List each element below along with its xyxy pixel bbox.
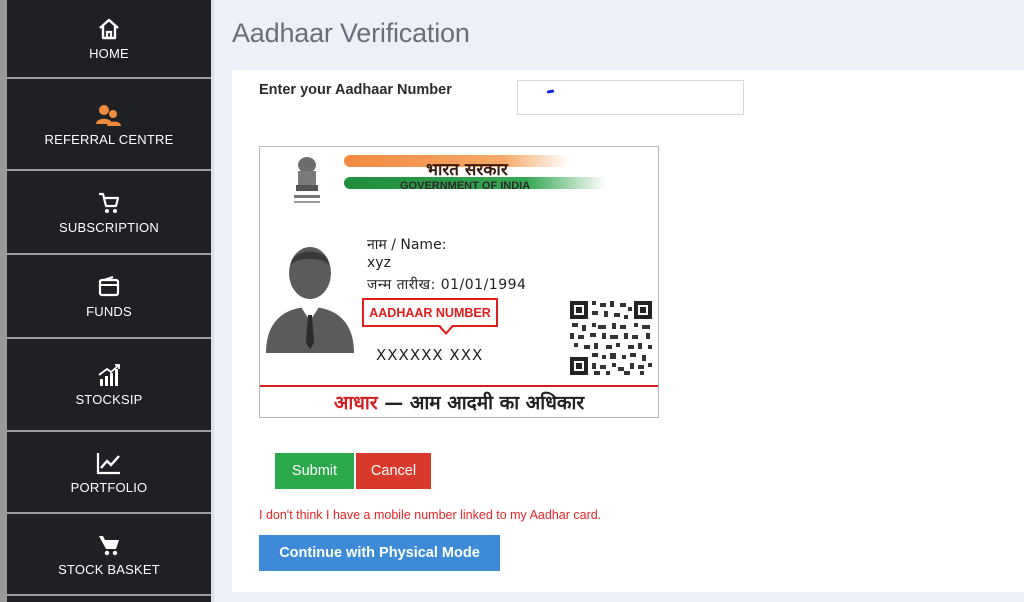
page-title: Aadhaar Verification xyxy=(232,18,470,48)
growth-bars-icon xyxy=(95,362,123,388)
callout-tail-inner xyxy=(440,325,452,332)
sidebar-item-portfolio[interactable]: PORTFOLIO xyxy=(7,432,211,514)
card-footer-rest: — आम आदमी का अधिकार xyxy=(377,392,585,414)
card-dob: जन्म तारीख: 01/01/1994 xyxy=(367,277,527,293)
continue-physical-mode-button[interactable]: Continue with Physical Mode xyxy=(259,535,500,571)
cart-icon xyxy=(96,190,122,216)
sidebar-item-funds[interactable]: FUNDS xyxy=(7,255,211,339)
card-footer: आधार — आम आदमी का अधिकार xyxy=(260,389,658,415)
card-hindi-gov: भारत सरकार xyxy=(426,160,508,180)
aadhaar-card-sample: भारत सरकार GOVERNMENT OF INDIA नाम / Nam… xyxy=(259,146,659,418)
emblem-icon xyxy=(294,157,320,203)
home-icon xyxy=(96,16,122,42)
card-footer-aadhaar: आधार xyxy=(333,392,378,414)
person-silhouette-icon xyxy=(264,235,356,353)
aadhaar-number-callout: AADHAAR NUMBER xyxy=(362,298,498,327)
sidebar: HOME REFERRAL CENTRE SUBSCRIPTION FUNDS … xyxy=(7,0,211,602)
card-name-label: नाम / Name: xyxy=(367,237,447,253)
card-english-gov: GOVERNMENT OF INDIA xyxy=(400,180,531,192)
cancel-button[interactable]: Cancel xyxy=(356,453,431,489)
sidebar-item-stock-basket[interactable]: STOCK BASKET xyxy=(7,514,211,596)
sidebar-item-stocksip[interactable]: STOCKSIP xyxy=(7,339,211,432)
sidebar-item-label: STOCK BASKET xyxy=(58,561,160,577)
submit-button[interactable]: Submit xyxy=(275,453,354,489)
chart-line-icon xyxy=(95,450,123,476)
card-name-value: xyz xyxy=(367,255,391,271)
sidebar-item-referral-centre[interactable]: REFERRAL CENTRE xyxy=(7,79,211,171)
window-edge xyxy=(0,0,7,602)
sidebar-divider xyxy=(211,0,214,602)
qr-code-icon xyxy=(568,299,654,377)
referral-icon xyxy=(94,102,124,128)
no-mobile-linked-link[interactable]: I don't think I have a mobile number lin… xyxy=(259,508,601,522)
aadhaar-number-input[interactable] xyxy=(517,80,744,115)
card-aadhaar-number: XXXXXX XXX xyxy=(376,346,484,364)
sidebar-item-label: REFERRAL CENTRE xyxy=(44,131,174,147)
sidebar-item-label: PORTFOLIO xyxy=(70,479,148,495)
sidebar-item-label: SUBSCRIPTION xyxy=(59,219,159,235)
sidebar-item-label: STOCKSIP xyxy=(75,392,143,407)
sidebar-item-label: HOME xyxy=(89,46,129,61)
basket-icon xyxy=(96,532,122,558)
card-red-divider xyxy=(260,385,658,387)
aadhaar-number-label: Enter your Aadhaar Number xyxy=(259,82,452,98)
sidebar-item-subscription[interactable]: SUBSCRIPTION xyxy=(7,171,211,255)
sidebar-item-home[interactable]: HOME xyxy=(7,0,211,79)
wallet-icon xyxy=(96,274,122,300)
sidebar-item-label: FUNDS xyxy=(86,303,132,319)
